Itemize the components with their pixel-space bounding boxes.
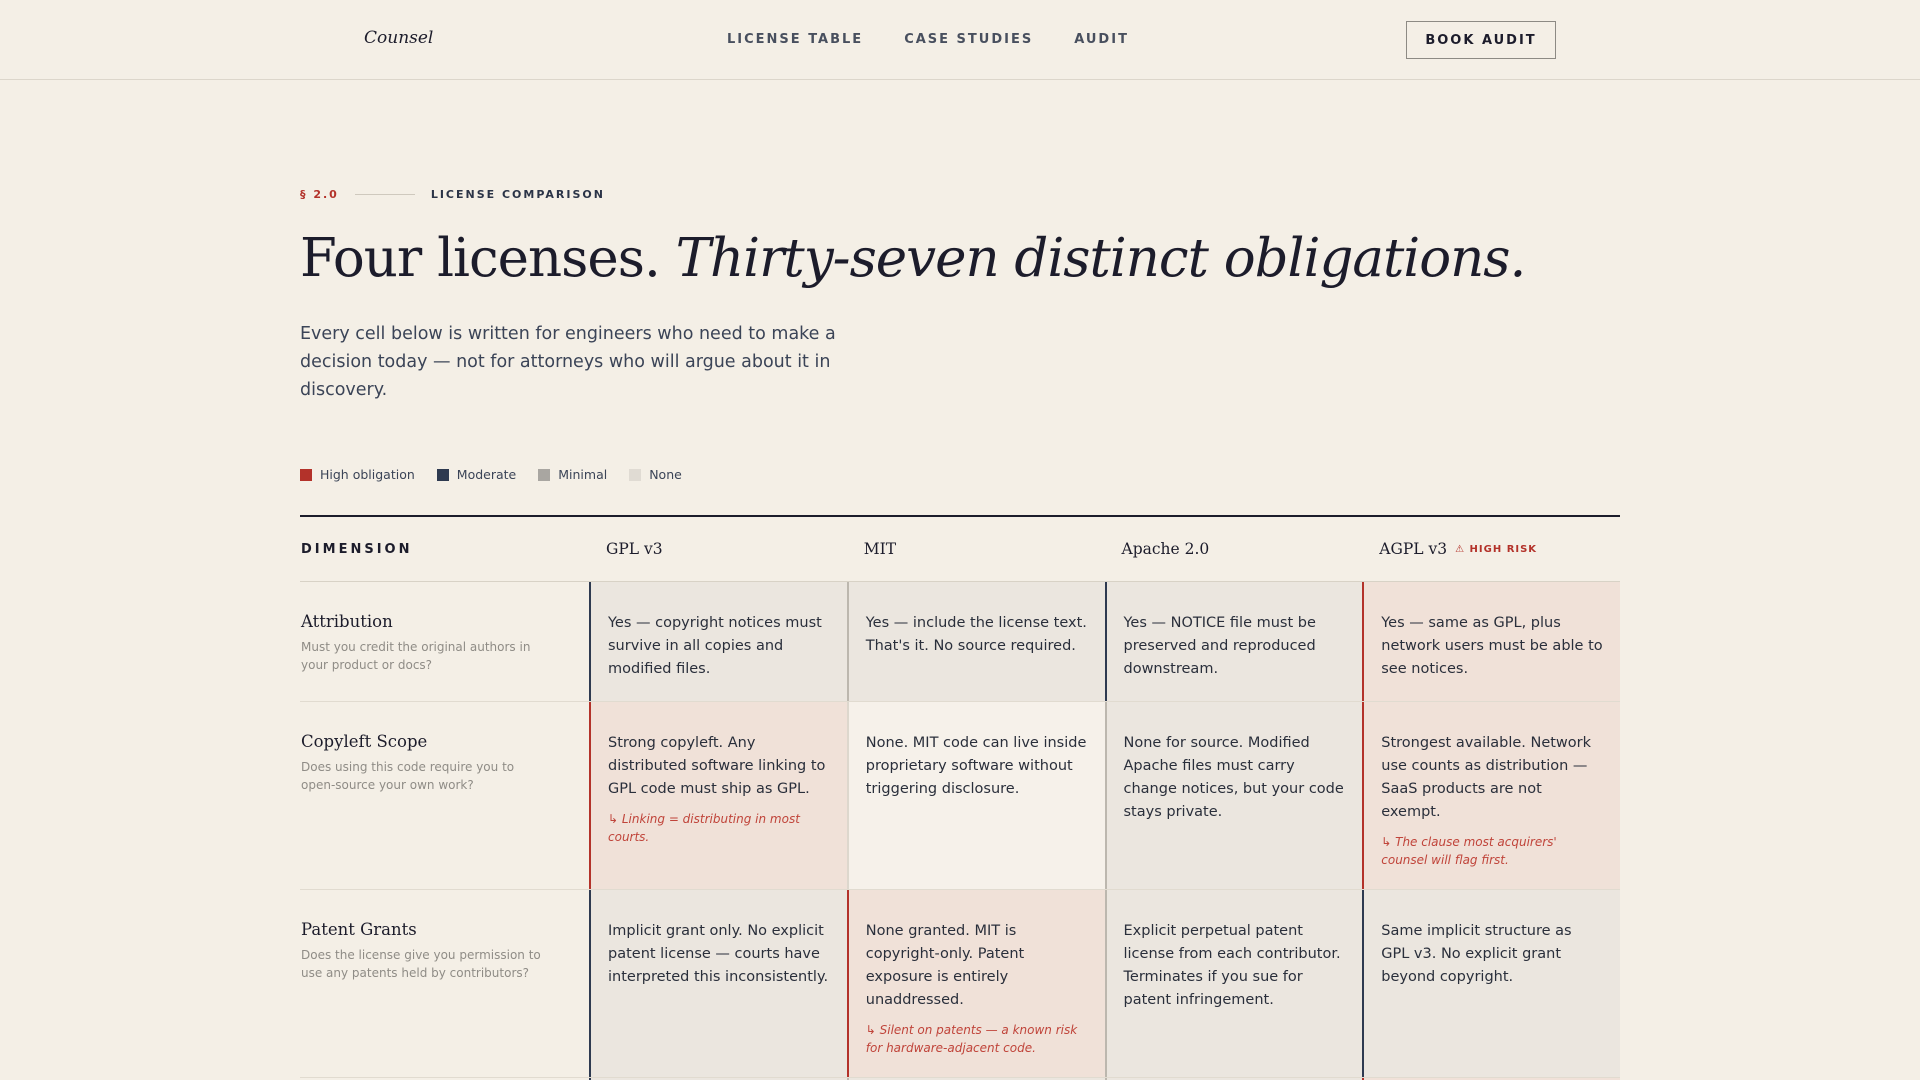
section-number: § 2.0 [300,188,339,201]
dimension-name: Attribution [301,612,393,631]
legend-label: High obligation [320,467,415,482]
comparison-cell: None granted. MIT is copyright-only. Pat… [846,890,1105,1077]
column-name: GPL v3 [606,540,663,558]
dimension-description: Must you credit the original authors in … [301,640,531,672]
table-body: Attribution Must you credit the original … [300,582,1620,1080]
obligation-legend: High obligation Moderate Minimal None [300,467,682,482]
comparison-cell: Same implicit structure as GPL v3. No ex… [1362,890,1620,1077]
nav-case-studies[interactable]: CASE STUDIES [904,32,1033,47]
column-header-agpl-v3: AGPL v3 ⚠ HIGH RISK [1362,540,1620,558]
cell-text: Same implicit structure as GPL v3. No ex… [1381,923,1572,985]
nav-audit[interactable]: AUDIT [1074,32,1129,47]
column-header-apache-2-0: Apache 2.0 [1105,540,1363,558]
comparison-cell: Yes — NOTICE file must be preserved and … [1104,582,1363,701]
cell-text: Explicit perpetual patent license from e… [1123,923,1341,1008]
dimension-cell: Copyleft Scope Does using this code requi… [300,702,589,889]
legend-swatch [538,468,551,481]
table-row: Copyleft Scope Does using this code requi… [300,702,1620,890]
section-eyebrow: § 2.0 LICENSE COMPARISON [300,188,605,201]
legend-item: None [629,467,682,482]
cell-text: Yes — copyright notices must survive in … [608,615,822,677]
dimension-description: Does the license give you permission to … [301,948,541,980]
legend-item: Moderate [436,467,517,482]
cell-text: Strong copyleft. Any distributed softwar… [608,735,826,797]
comparison-cell: None for source. Modified Apache files m… [1104,702,1363,889]
column-name: Apache 2.0 [1121,540,1210,558]
cell-text: Yes — NOTICE file must be preserved and … [1123,615,1316,677]
table-row: Patent Grants Does the license give you p… [300,890,1620,1078]
table-header-row: DIMENSION GPL v3 MIT Apache 2.0 AGPL v3 ⚠ HI… [300,517,1620,582]
book-audit-button[interactable]: BOOK AUDIT [1406,21,1556,59]
dimension-name: Copyleft Scope [301,732,428,751]
top-navigation-bar: Counsel LICENSE TABLE CASE STUDIES AUDIT… [0,0,1920,80]
license-comparison-table: DIMENSION GPL v3 MIT Apache 2.0 AGPL v3 ⚠ HI… [300,515,1620,1080]
column-header-mit: MIT [847,540,1105,558]
legend-item: Minimal [538,467,607,482]
nav-license-table[interactable]: LICENSE TABLE [727,32,863,47]
cell-text: None for source. Modified Apache files m… [1123,735,1344,820]
intro-paragraph: Every cell below is written for engineer… [300,324,836,400]
legend-label: Moderate [456,467,517,482]
comparison-cell: Yes — include the license text. That's i… [846,582,1105,701]
cell-note: ↳ The clause most acquirers' counsel wil… [1381,835,1557,867]
legend-label: None [649,467,682,482]
headline-italic: Thirty-seven distinct obligations. [675,228,1527,289]
table-row: Attribution Must you credit the original … [300,582,1620,702]
cell-text: Implicit grant only. No explicit patent … [608,923,829,985]
main-nav: LICENSE TABLE CASE STUDIES AUDIT [727,32,1129,47]
cell-note: ↳ Linking = distributing in most courts. [608,812,800,844]
comparison-cell: Explicit perpetual patent license from e… [1104,890,1363,1077]
brand-logo[interactable]: Counsel [364,28,433,48]
dimension-header: DIMENSION [301,541,413,557]
dimension-name: Patent Grants [301,920,417,939]
high-risk-badge: ⚠ HIGH RISK [1455,543,1538,555]
cell-text: Strongest available. Network use counts … [1381,735,1592,820]
comparison-cell: Strong copyleft. Any distributed softwar… [589,702,847,889]
cell-text: Yes — same as GPL, plus network users mu… [1381,615,1603,677]
comparison-cell: Implicit grant only. No explicit patent … [589,890,847,1077]
column-name: MIT [863,540,897,558]
legend-swatch [436,468,449,481]
comparison-cell: Yes — same as GPL, plus network users mu… [1362,582,1620,701]
cell-text: None granted. MIT is copyright-only. Pat… [865,923,1025,1008]
column-header-gpl-v3: GPL v3 [589,540,847,558]
headline-plain: Four licenses. [300,228,676,289]
legend-swatch [629,468,642,481]
legend-item: High obligation [300,467,415,482]
section-label: LICENSE COMPARISON [430,188,605,201]
dimension-cell: Patent Grants Does the license give you p… [300,890,589,1077]
dimension-description: Does using this code require you to open… [301,760,515,792]
page-title: Four licenses. Thirty-seven distinct obl… [300,228,1527,289]
comparison-cell: None. MIT code can live inside proprieta… [846,702,1105,889]
dimension-cell: Attribution Must you credit the original … [300,582,589,701]
section-divider [354,194,415,195]
column-name: AGPL v3 [1379,540,1448,558]
cell-note: ↳ Silent on patents — a known risk for h… [865,1023,1078,1055]
comparison-cell: Strongest available. Network use counts … [1362,702,1620,889]
cell-text: None. MIT code can live inside proprieta… [865,735,1087,797]
comparison-cell: Yes — copyright notices must survive in … [589,582,847,701]
cell-text: Yes — include the license text. That's i… [865,615,1087,654]
legend-label: Minimal [558,467,608,482]
legend-swatch [300,468,312,481]
